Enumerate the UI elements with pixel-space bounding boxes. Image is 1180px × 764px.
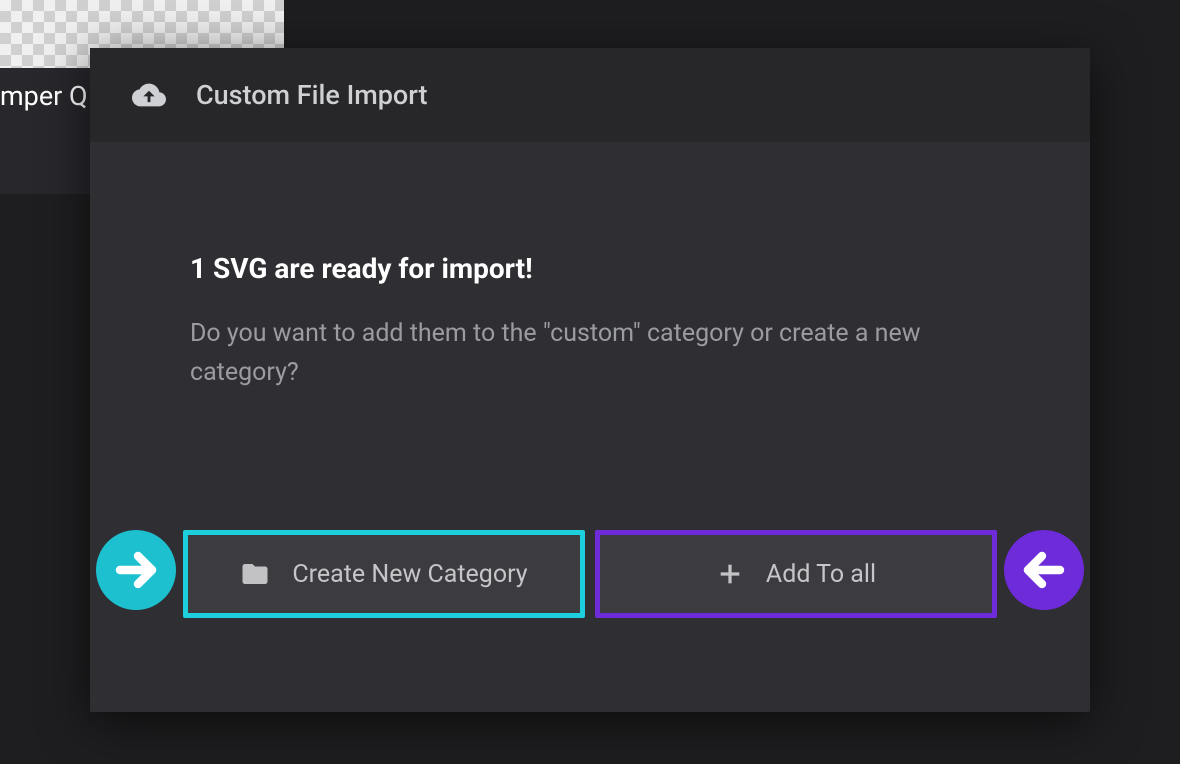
cloud-upload-icon xyxy=(132,78,166,112)
import-description: Do you want to add them to the "custom" … xyxy=(190,315,970,393)
import-modal: Custom File Import 1 SVG are ready for i… xyxy=(90,48,1090,712)
nav-left-arrow-circle[interactable] xyxy=(1004,530,1084,610)
modal-header: Custom File Import xyxy=(90,48,1090,142)
modal-actions: Create New Category Add To all xyxy=(90,530,1090,618)
arrow-right-icon xyxy=(112,546,160,594)
arrow-left-icon xyxy=(1020,546,1068,594)
add-to-all-label: Add To all xyxy=(766,560,876,589)
modal-title: Custom File Import xyxy=(196,79,427,111)
modal-body: 1 SVG are ready for import! Do you want … xyxy=(90,142,1090,712)
background-partial-label: mper Q xyxy=(0,80,100,118)
nav-right-arrow-circle[interactable] xyxy=(96,530,176,610)
create-new-category-label: Create New Category xyxy=(292,560,527,589)
import-headline: 1 SVG are ready for import! xyxy=(190,252,990,285)
create-new-category-button[interactable]: Create New Category xyxy=(183,530,585,618)
plus-icon xyxy=(716,560,744,588)
folder-icon xyxy=(240,559,270,589)
add-to-all-button[interactable]: Add To all xyxy=(595,530,997,618)
